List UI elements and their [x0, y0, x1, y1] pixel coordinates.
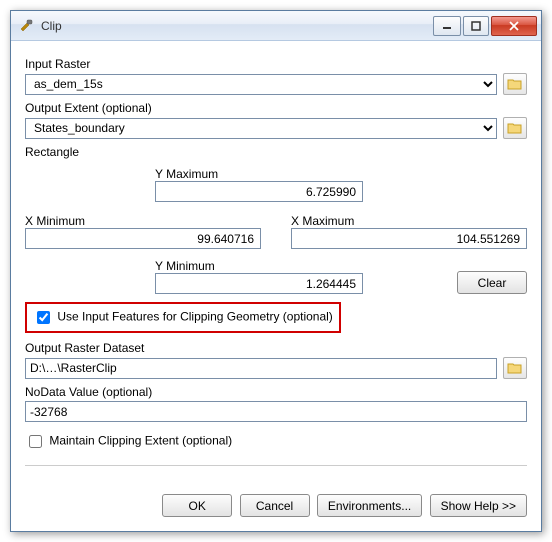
nodata-input[interactable]	[25, 401, 527, 422]
environments-button[interactable]: Environments...	[317, 494, 422, 517]
separator	[25, 465, 527, 466]
maximize-button[interactable]	[463, 16, 489, 36]
clip-dialog: Clip Input Raster as_dem_15s Output Exte…	[10, 10, 542, 532]
ok-button[interactable]: OK	[162, 494, 232, 517]
use-input-features-label: Use Input Features for Clipping Geometry…	[57, 310, 332, 324]
window-title: Clip	[41, 19, 431, 33]
close-button[interactable]	[491, 16, 537, 36]
nodata-label: NoData Value (optional)	[25, 385, 527, 399]
hammer-icon	[19, 18, 35, 34]
folder-icon	[507, 77, 523, 91]
ymax-input[interactable]	[155, 181, 363, 202]
dialog-footer: OK Cancel Environments... Show Help >>	[25, 484, 527, 517]
folder-icon	[507, 361, 523, 375]
ymin-label: Y Minimum	[155, 259, 215, 273]
input-raster-combo[interactable]: as_dem_15s	[25, 74, 497, 95]
maintain-extent-label: Maintain Clipping Extent (optional)	[49, 434, 232, 448]
minimize-button[interactable]	[433, 16, 461, 36]
show-help-button[interactable]: Show Help >>	[430, 494, 527, 517]
output-extent-label: Output Extent (optional)	[25, 101, 527, 115]
highlight-box: Use Input Features for Clipping Geometry…	[25, 302, 341, 333]
output-dataset-input[interactable]	[25, 358, 497, 379]
output-dataset-label: Output Raster Dataset	[25, 341, 527, 355]
use-input-features-checkbox[interactable]	[37, 311, 50, 324]
cancel-button[interactable]: Cancel	[240, 494, 310, 517]
clear-button[interactable]: Clear	[457, 271, 527, 294]
dialog-content: Input Raster as_dem_15s Output Extent (o…	[11, 41, 541, 531]
folder-icon	[507, 121, 523, 135]
ymin-input[interactable]	[155, 273, 363, 294]
xmin-input[interactable]	[25, 228, 261, 249]
xmin-label: X Minimum	[25, 214, 261, 228]
rectangle-label: Rectangle	[25, 145, 527, 159]
titlebar[interactable]: Clip	[11, 11, 541, 41]
input-raster-browse-button[interactable]	[503, 73, 527, 95]
output-extent-combo[interactable]: States_boundary	[25, 118, 497, 139]
maintain-extent-checkbox[interactable]	[29, 435, 42, 448]
input-raster-label: Input Raster	[25, 57, 527, 71]
output-extent-browse-button[interactable]	[503, 117, 527, 139]
xmax-input[interactable]	[291, 228, 527, 249]
output-dataset-browse-button[interactable]	[503, 357, 527, 379]
ymax-label: Y Maximum	[155, 167, 218, 181]
xmax-label: X Maximum	[291, 214, 527, 228]
